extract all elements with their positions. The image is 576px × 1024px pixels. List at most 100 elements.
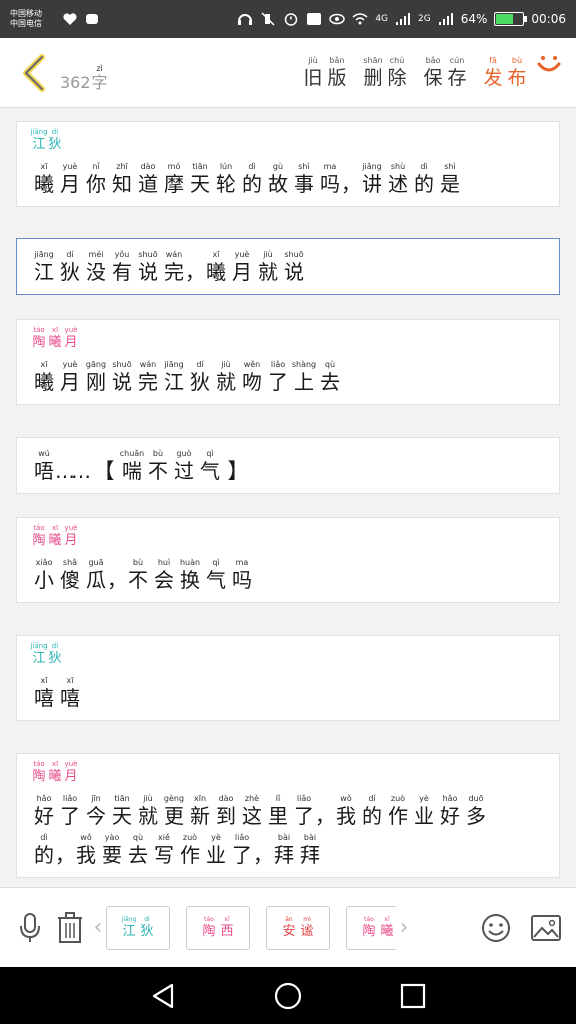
message-card[interactable]: wú 唔…… 【chuǎn 喘 bù 不 guò 过 qì 气】 — [16, 437, 560, 494]
pinyin: zuò — [182, 833, 198, 842]
pinyin: méi — [88, 250, 104, 259]
pinyin: xī — [212, 250, 220, 259]
text-glyph: huì 会 — [151, 557, 177, 592]
chevron-left-icon[interactable]: ‹ — [90, 915, 106, 940]
text-glyph: shù 述 — [385, 161, 411, 196]
text-glyph: hǎo 好 — [437, 793, 463, 828]
smile-icon[interactable] — [534, 48, 564, 78]
wifi-icon — [352, 13, 368, 25]
hanzi: 吗 — [232, 568, 252, 592]
speaker-chip[interactable]: ān 安 mì 谧 — [266, 905, 330, 950]
pinyin: táo — [33, 326, 45, 334]
hanzi: 曦 — [380, 923, 394, 939]
message-text-line: hǎo 好 liǎo 了 jīn 今 tiān 天 jiù 就 gèng 更 xīn 新 dào 到 zhè 这 l… — [31, 793, 545, 828]
speaker-name[interactable]: táo 陶 xī 曦 yuè 月 — [31, 524, 545, 549]
delete-button[interactable]: shān 删 chú 除 — [362, 55, 408, 90]
emoji-button[interactable] — [476, 908, 516, 948]
pinyin: dào — [140, 162, 156, 171]
text-glyph: mó 摩 — [161, 161, 187, 196]
hanzi: 江 — [32, 137, 46, 152]
save-button[interactable]: bǎo 保 cún 存 — [422, 55, 468, 90]
hanzi: 气 — [206, 568, 226, 592]
speaker-name[interactable]: jiāng 江 dí 狄 — [30, 128, 545, 153]
speaker-char: xī 曦 — [47, 326, 63, 351]
pinyin: xī — [51, 760, 59, 768]
hanzi: 述 — [388, 172, 408, 196]
chip-char: xī 曦 — [378, 916, 396, 940]
pinyin: xī — [40, 162, 48, 171]
pinyin: huàn — [179, 558, 201, 567]
microphone-button[interactable] — [10, 908, 50, 948]
text-glyph: qù 去 — [317, 359, 343, 394]
old-version-button[interactable]: jiù 旧 bǎn 版 — [302, 55, 348, 90]
message-card[interactable]: jiāng 江 dí 狄 xī 曦 yuè 月 nǐ 你 zhī 知 dào 道 mó 摩 tiān 天 lún 轮 d… — [16, 121, 560, 207]
pinyin: shuō — [112, 360, 132, 369]
pinyin: gù — [272, 162, 284, 171]
hanzi: 知 — [112, 172, 132, 196]
pinyin: tiān — [114, 794, 130, 803]
text-glyph: bài 拜 — [271, 832, 297, 867]
hanzi: 吗 — [320, 172, 340, 196]
back-button[interactable] — [10, 49, 58, 97]
hanzi: 除 — [387, 67, 407, 89]
text-glyph: liǎo 了 — [291, 793, 317, 828]
health-icon — [63, 13, 77, 25]
speaker-name[interactable]: táo 陶 xī 曦 yuè 月 — [31, 326, 545, 351]
speaker-name[interactable]: táo 陶 xī 曦 yuè 月 — [31, 760, 545, 785]
text-glyph: liǎo 了 — [265, 359, 291, 394]
hanzi: 月 — [64, 769, 78, 784]
message-text-line: xī 曦 yuè 月 nǐ 你 zhī 知 dào 道 mó 摩 tiān 天 lún 轮 dì 的 gù 故 shì 事… — [31, 161, 545, 196]
message-card[interactable]: táo 陶 xī 曦 yuè 月 hǎo 好 liǎo 了 jīn 今 tiān 天 jiù 就 gèng 更 xī… — [16, 753, 560, 878]
text-glyph: gèng 更 — [161, 793, 187, 828]
message-list[interactable]: jiāng 江 dí 狄 xī 曦 yuè 月 nǐ 你 zhī 知 dào 道 mó 摩 tiān 天 lún 轮 d… — [0, 109, 576, 887]
text-glyph: liǎo 了 — [57, 793, 83, 828]
pinyin: xīn — [193, 794, 207, 803]
hanzi: 好 — [34, 804, 54, 828]
hanzi: 月 — [64, 335, 78, 350]
hanzi: 嘻 — [60, 686, 80, 710]
text-glyph: 【 — [89, 448, 119, 483]
action-char: shān 删 — [362, 55, 384, 90]
hanzi: 刚 — [86, 370, 106, 394]
pinyin: dì — [420, 162, 428, 171]
pinyin: shān — [363, 56, 383, 65]
hanzi: 我 — [336, 804, 356, 828]
pinyin: jiǎng — [362, 162, 382, 171]
pinyin: xiě — [158, 833, 170, 842]
hanzi: 旧 — [303, 67, 323, 89]
back-chevron-icon — [23, 53, 45, 92]
message-card[interactable]: táo 陶 xī 曦 yuè 月 xiǎo 小 shǎ 傻 guā 瓜， bù 不 huì 会 huàn 换 qì 气… — [16, 517, 560, 603]
chevron-right-icon[interactable]: › — [396, 915, 412, 940]
hanzi: 曦 — [48, 769, 62, 784]
nav-recent-button[interactable] — [393, 976, 433, 1016]
message-text-line: xiǎo 小 shǎ 傻 guā 瓜， bù 不 huì 会 huàn 换 qì 气 ma 吗 — [31, 557, 545, 592]
text-glyph: xī 曦 — [31, 161, 57, 196]
image-button[interactable] — [526, 908, 566, 948]
hanzi: 说 — [284, 260, 304, 284]
speaker-name[interactable]: jiāng 江 dí 狄 — [30, 642, 545, 667]
speaker-char: xī 曦 — [47, 760, 63, 785]
nav-home-button[interactable] — [268, 976, 308, 1016]
text-glyph: wú 唔 — [31, 448, 57, 483]
speaker-char: táo 陶 — [31, 760, 47, 785]
battery-percent: 64% — [460, 12, 488, 26]
speaker-chip[interactable]: táo 陶 xī 曦 — [346, 905, 396, 950]
publish-button[interactable]: fā 发 bù 布 — [482, 55, 528, 90]
trash-button[interactable] — [50, 908, 90, 948]
hanzi: ， — [253, 843, 273, 867]
pinyin: jiāng — [121, 915, 137, 923]
text-glyph: shì 事 — [291, 161, 317, 196]
text-glyph: wěn 吻 — [239, 359, 265, 394]
text-glyph: jīn 今 — [83, 793, 109, 828]
speaker-chip[interactable]: jiāng 江 dí 狄 — [106, 905, 170, 950]
text-glyph: yào 要 — [99, 832, 125, 867]
hanzi: 曦 — [34, 172, 54, 196]
nav-back-button[interactable] — [143, 976, 183, 1016]
text-glyph: dì 的 — [31, 832, 57, 867]
speaker-chip[interactable]: táo 陶 xī 西 — [186, 905, 250, 950]
message-card[interactable]: jiāng 江 dí 狄 méi 没 yǒu 有 shuō 说 wán 完， xī 曦 yuè 月 jiù 就 sh… — [16, 238, 560, 295]
message-card[interactable]: táo 陶 xī 曦 yuè 月 xī 曦 yuè 月 gāng 刚 shuō 说 wán 完 jiāng 江 dí… — [16, 319, 560, 405]
hanzi: 了 — [232, 843, 252, 867]
message-card[interactable]: jiāng 江 dí 狄 xī 嘻 xī 嘻 — [16, 635, 560, 721]
toolbar-actions: jiù 旧 bǎn 版 shān 删 chú 除 bǎo 保 cún 存 fā 发 bù 布 — [302, 55, 528, 90]
